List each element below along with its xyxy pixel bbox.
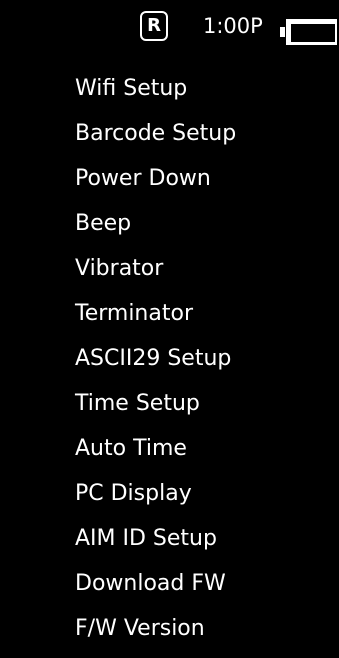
mode-badge-label: R: [147, 15, 161, 36]
menu-item-fw-version[interactable]: F/W Version: [75, 606, 236, 651]
menu-item-aim-id-setup[interactable]: AIM ID Setup: [75, 516, 236, 561]
menu-item-power-down[interactable]: Power Down: [75, 156, 236, 201]
menu-item-time-setup[interactable]: Time Setup: [75, 381, 236, 426]
menu-item-terminator[interactable]: Terminator: [75, 291, 236, 336]
clock: 1:00P: [203, 14, 263, 38]
menu-item-download-fw[interactable]: Download FW: [75, 561, 236, 606]
status-bar: R 1:00P: [0, 0, 339, 52]
menu-item-ascii29-setup[interactable]: ASCII29 Setup: [75, 336, 236, 381]
menu-item-vibrator[interactable]: Vibrator: [75, 246, 236, 291]
menu-item-auto-time[interactable]: Auto Time: [75, 426, 236, 471]
menu-item-wifi-setup[interactable]: Wifi Setup: [75, 66, 236, 111]
menu-item-beep[interactable]: Beep: [75, 201, 236, 246]
settings-menu: Wifi Setup Barcode Setup Power Down Beep…: [75, 66, 236, 651]
menu-item-barcode-setup[interactable]: Barcode Setup: [75, 111, 236, 156]
menu-item-pc-display[interactable]: PC Display: [75, 471, 236, 516]
battery-full-icon: [280, 19, 337, 45]
mode-badge: R: [140, 11, 168, 41]
